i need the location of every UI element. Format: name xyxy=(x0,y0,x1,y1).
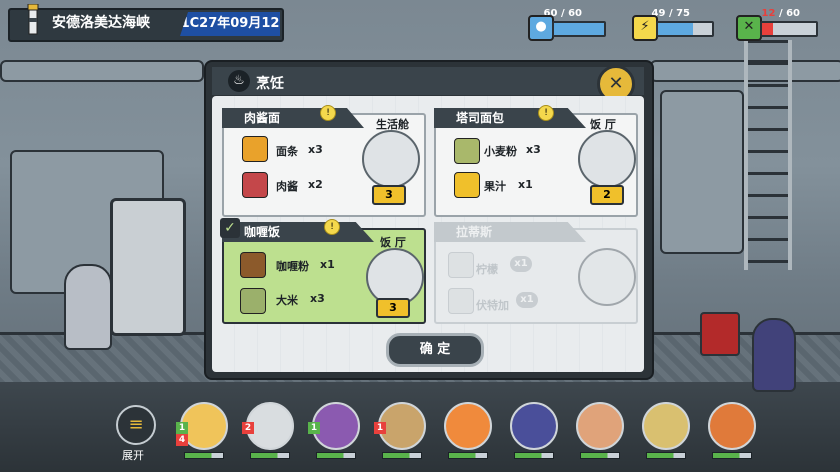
crew-avatar[interactable] xyxy=(444,402,492,450)
juice-box-icon xyxy=(454,172,480,198)
food-fill xyxy=(762,23,773,35)
character-sprite[interactable] xyxy=(752,318,796,392)
crew-avatar[interactable] xyxy=(642,402,690,450)
ingredient-name: 大米 xyxy=(276,294,298,307)
background-machinery xyxy=(660,90,744,254)
distiller-icon xyxy=(362,130,420,188)
crew-hp-bar xyxy=(448,452,488,459)
ingredient-qty: x3 xyxy=(308,143,323,156)
dice-icon xyxy=(578,130,636,188)
date-label: 1C27年09月12日 xyxy=(180,12,280,36)
food-bar xyxy=(760,21,818,37)
crew-status-badge: 1 xyxy=(374,422,386,434)
food-max: / 60 xyxy=(778,8,800,19)
energy-cost: 3 xyxy=(376,298,410,318)
crew-status-badge: 1 xyxy=(176,422,188,434)
lightning-icon: ⚡ xyxy=(632,15,658,41)
meat-sauce-icon xyxy=(242,172,268,198)
ladder xyxy=(744,40,792,270)
food-current: 12 xyxy=(761,8,776,19)
crew-status-badge: 1 xyxy=(308,422,320,434)
crew-avatar[interactable] xyxy=(576,402,624,450)
expand-button[interactable]: ≡ xyxy=(116,405,156,445)
ingredient-qty: x1 xyxy=(518,178,533,191)
lemon-icon xyxy=(448,252,474,278)
ingredient-qty: x1 xyxy=(516,292,538,308)
background-pipe xyxy=(0,60,204,82)
ingredient-name: 伏特加 xyxy=(476,299,509,312)
noodles-icon xyxy=(242,136,268,162)
ingredient-row: 柠檬 xyxy=(476,258,498,277)
crew-hp-bar xyxy=(316,452,356,459)
recipe-title: 肉酱面 xyxy=(222,108,364,128)
flame-icon: ♨ xyxy=(228,70,250,92)
water-fill xyxy=(554,23,604,35)
ingredient-name: 小麦粉 xyxy=(484,145,517,158)
crew-avatar[interactable] xyxy=(510,402,558,450)
recipe-title: 拉蒂斯 xyxy=(434,222,586,242)
power-bar xyxy=(656,21,714,37)
ingredient-name: 果汁 xyxy=(484,180,506,193)
coffee-machine[interactable] xyxy=(700,312,740,356)
energy-cost: 3 xyxy=(372,185,406,205)
ingredient-qty: x3 xyxy=(526,143,541,156)
rice-bag-icon xyxy=(240,288,266,314)
food-box-icon: ✕ xyxy=(736,15,762,41)
recipe-title: 塔司面包 xyxy=(434,108,586,128)
bulb-icon[interactable]: ! xyxy=(320,105,336,121)
character-sprite[interactable] xyxy=(64,264,112,350)
ingredient-row: 伏特加 xyxy=(476,294,509,313)
crew-hp-bar xyxy=(514,452,554,459)
crew-status-badge: 4 xyxy=(176,434,188,446)
crew-hp-bar xyxy=(646,452,686,459)
bulb-icon[interactable]: ! xyxy=(324,219,340,235)
flour-bag-icon xyxy=(454,138,480,164)
location-name: 安德洛美达海峡 xyxy=(52,15,150,31)
crew-status-badge: 2 xyxy=(242,422,254,434)
crew-hp-bar xyxy=(382,452,422,459)
recipe-title: 咖喱饭 xyxy=(222,222,374,242)
ingredient-qty: x1 xyxy=(320,258,335,271)
ingredient-qty: x1 xyxy=(510,256,532,272)
ingredient-qty: x2 xyxy=(308,178,323,191)
distiller-icon xyxy=(578,248,636,306)
refrigerator[interactable] xyxy=(110,198,186,336)
vodka-bottle-icon xyxy=(448,288,474,314)
checkmark-icon: ✓ xyxy=(220,218,240,238)
crew-avatar[interactable] xyxy=(708,402,756,450)
dialog-title: 烹饪 xyxy=(256,76,284,92)
crew-hp-bar xyxy=(250,452,290,459)
crew-hp-bar xyxy=(184,452,224,459)
confirm-button[interactable]: 确 定 xyxy=(386,333,484,367)
ingredient-name: 肉酱 xyxy=(276,180,298,193)
lighthouse-icon xyxy=(22,3,44,38)
water-drop-icon: ● xyxy=(528,15,554,41)
ingredient-name: 咖喱粉 xyxy=(276,260,309,273)
curry-powder-icon xyxy=(240,252,266,278)
ingredient-qty: x3 xyxy=(310,292,325,305)
water-bar xyxy=(552,21,606,37)
crew-bar: 14211 xyxy=(176,400,780,470)
ingredient-name: 柠檬 xyxy=(476,263,498,276)
energy-cost: 2 xyxy=(590,185,624,205)
crew-hp-bar xyxy=(712,452,752,459)
bulb-icon[interactable]: ! xyxy=(538,105,554,121)
power-fill xyxy=(658,23,694,35)
expand-label: 展开 xyxy=(122,449,144,462)
ingredient-name: 面条 xyxy=(276,145,298,158)
crew-hp-bar xyxy=(580,452,620,459)
